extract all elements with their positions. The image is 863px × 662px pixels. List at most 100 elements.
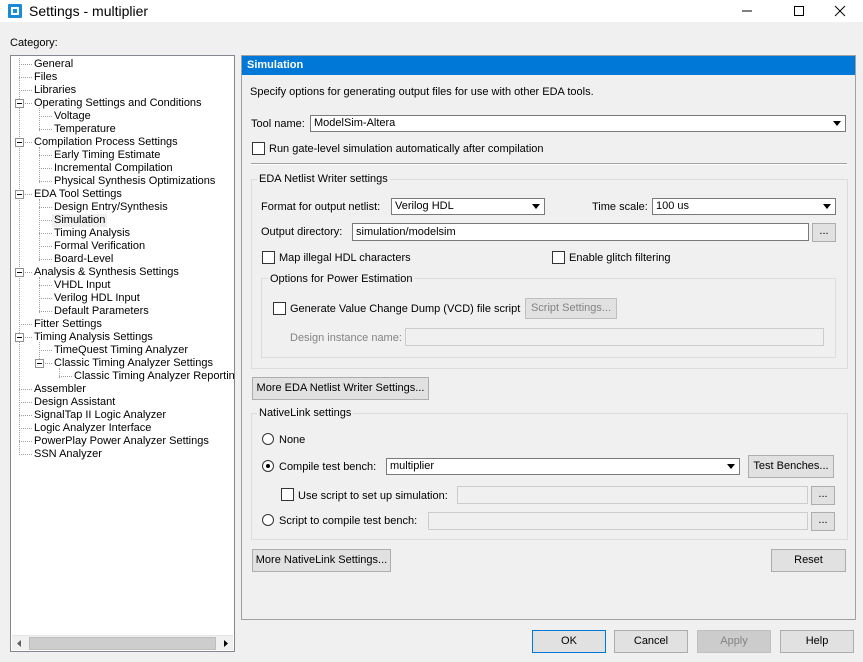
run-gate-level-label: Run gate-level simulation automatically … [269,143,544,155]
panel-description: Specify options for generating output fi… [250,86,594,98]
output-directory-value: simulation/modelsim [356,226,456,238]
format-dropdown[interactable] [529,200,543,213]
tree-item[interactable]: EDA Tool Settings [11,188,233,201]
eda-netlist-group-title: EDA Netlist Writer settings [257,173,390,186]
glitch-filtering-checkbox[interactable] [552,251,565,264]
tree-horizontal-scrollbar[interactable] [12,635,233,650]
tree-item[interactable]: Operating Settings and Conditions [11,97,233,110]
collapse-icon[interactable] [15,138,24,147]
format-select[interactable]: Verilog HDL [391,198,545,215]
tree-item-label: Libraries [34,84,77,96]
collapse-icon[interactable] [15,268,24,277]
output-directory-input[interactable]: simulation/modelsim [352,223,809,241]
design-instance-input[interactable] [405,328,824,346]
tree-item-label: Assembler [34,383,86,395]
tree-connector [19,415,32,416]
tree-connector [39,220,52,221]
use-script-browse-button[interactable]: ... [811,486,835,505]
cancel-button[interactable]: Cancel [614,630,688,653]
minimize-button[interactable] [724,0,770,22]
use-script-checkbox[interactable] [281,488,294,501]
none-radio[interactable] [262,433,274,445]
design-instance-label: Design instance name: [290,332,402,344]
reset-button[interactable]: Reset [771,549,846,572]
scroll-left-button[interactable] [12,636,27,651]
tree-item-label: Voltage [54,110,91,122]
tree-item[interactable]: Files [11,71,233,84]
tree-item[interactable]: Classic Timing Analyzer Settings [11,357,233,370]
compile-test-bench-select[interactable]: multiplier [386,458,740,475]
tree-item[interactable]: Incremental Compilation [11,162,233,175]
tree-item[interactable]: Formal Verification [11,240,233,253]
category-tree[interactable]: General Files Libraries Operating Settings … [10,55,235,652]
tree-item[interactable]: Analysis & Synthesis Settings [11,266,233,279]
tree-item[interactable]: Temperature [11,123,233,136]
scroll-right-button[interactable] [218,636,233,651]
tree-item[interactable]: VHDL Input [11,279,233,292]
settings-panel: Simulation Specify options for generatin… [241,55,856,620]
tree-item[interactable]: Verilog HDL Input [11,292,233,305]
tree-item[interactable]: Libraries [11,84,233,97]
tree-item[interactable]: Default Parameters [11,305,233,318]
chevron-down-icon [727,464,735,469]
script-compile-browse-button[interactable]: ... [811,512,835,531]
time-scale-select[interactable]: 100 us [652,198,836,215]
use-script-input[interactable] [457,486,808,504]
chevron-down-icon [823,204,831,209]
tree-item[interactable]: SignalTap II Logic Analyzer [11,409,233,422]
apply-button[interactable]: Apply [697,630,771,653]
tree-item[interactable]: Design Entry/Synthesis [11,201,233,214]
output-directory-browse-button[interactable]: ... [812,223,836,242]
tool-name-select[interactable]: ModelSim-Altera [310,115,846,132]
compile-test-bench-radio[interactable] [262,460,274,472]
tree-item[interactable]: Assembler [11,383,233,396]
collapse-icon[interactable] [35,359,44,368]
script-compile-input[interactable] [428,512,808,530]
compile-test-bench-dropdown[interactable] [724,460,738,473]
collapse-icon[interactable] [15,190,24,199]
tool-name-dropdown[interactable] [830,117,844,130]
tree-connector [39,285,52,286]
nativelink-group-title: NativeLink settings [257,407,354,420]
tree-item[interactable]: Fitter Settings [11,318,233,331]
tree-item[interactable]: Early Timing Estimate [11,149,233,162]
help-button[interactable]: Help [780,630,854,653]
close-button[interactable] [817,0,863,22]
ok-button[interactable]: OK [532,630,606,653]
tree-item[interactable]: Classic Timing Analyzer Reporting [11,370,234,383]
tree-item[interactable]: TimeQuest Timing Analyzer [11,344,233,357]
more-eda-settings-button[interactable]: More EDA Netlist Writer Settings... [252,377,429,400]
tree-item[interactable]: PowerPlay Power Analyzer Settings [11,435,233,448]
tree-connector [39,298,52,299]
maximize-button[interactable] [776,0,822,22]
tree-item[interactable]: Timing Analysis Settings [11,331,233,344]
tree-item[interactable]: Board-Level [11,253,233,266]
vcd-checkbox[interactable] [273,302,286,315]
minimize-icon [742,10,752,12]
script-settings-button[interactable]: Script Settings... [525,298,617,319]
tree-item[interactable]: Compilation Process Settings [11,136,233,149]
scroll-thumb[interactable] [29,637,216,650]
time-scale-dropdown[interactable] [820,200,834,213]
tree-item[interactable]: SSN Analyzer [11,448,233,461]
tree-item-label: General [34,58,74,70]
collapse-icon[interactable] [15,333,24,342]
tree-item[interactable]: Logic Analyzer Interface [11,422,233,435]
tree-item[interactable]: Voltage [11,110,233,123]
test-benches-button[interactable]: Test Benches... [748,455,834,478]
tree-connector [39,129,52,130]
run-gate-level-checkbox[interactable] [252,142,265,155]
tree-connector [39,233,52,234]
tree-item[interactable]: Design Assistant [11,396,233,409]
tree-item-label: TimeQuest Timing Analyzer [54,344,189,356]
tree-item-label: Incremental Compilation [54,162,173,174]
collapse-icon[interactable] [15,99,24,108]
tree-item-label: EDA Tool Settings [34,188,122,200]
tree-item[interactable]: Timing Analysis [11,227,233,240]
map-illegal-checkbox[interactable] [262,251,275,264]
tree-item[interactable]: Simulation [11,214,233,227]
script-compile-radio[interactable] [262,514,274,526]
more-nativelink-settings-button[interactable]: More NativeLink Settings... [252,549,391,572]
tree-item[interactable]: General [11,58,233,71]
tree-item[interactable]: Physical Synthesis Optimizations [11,175,233,188]
